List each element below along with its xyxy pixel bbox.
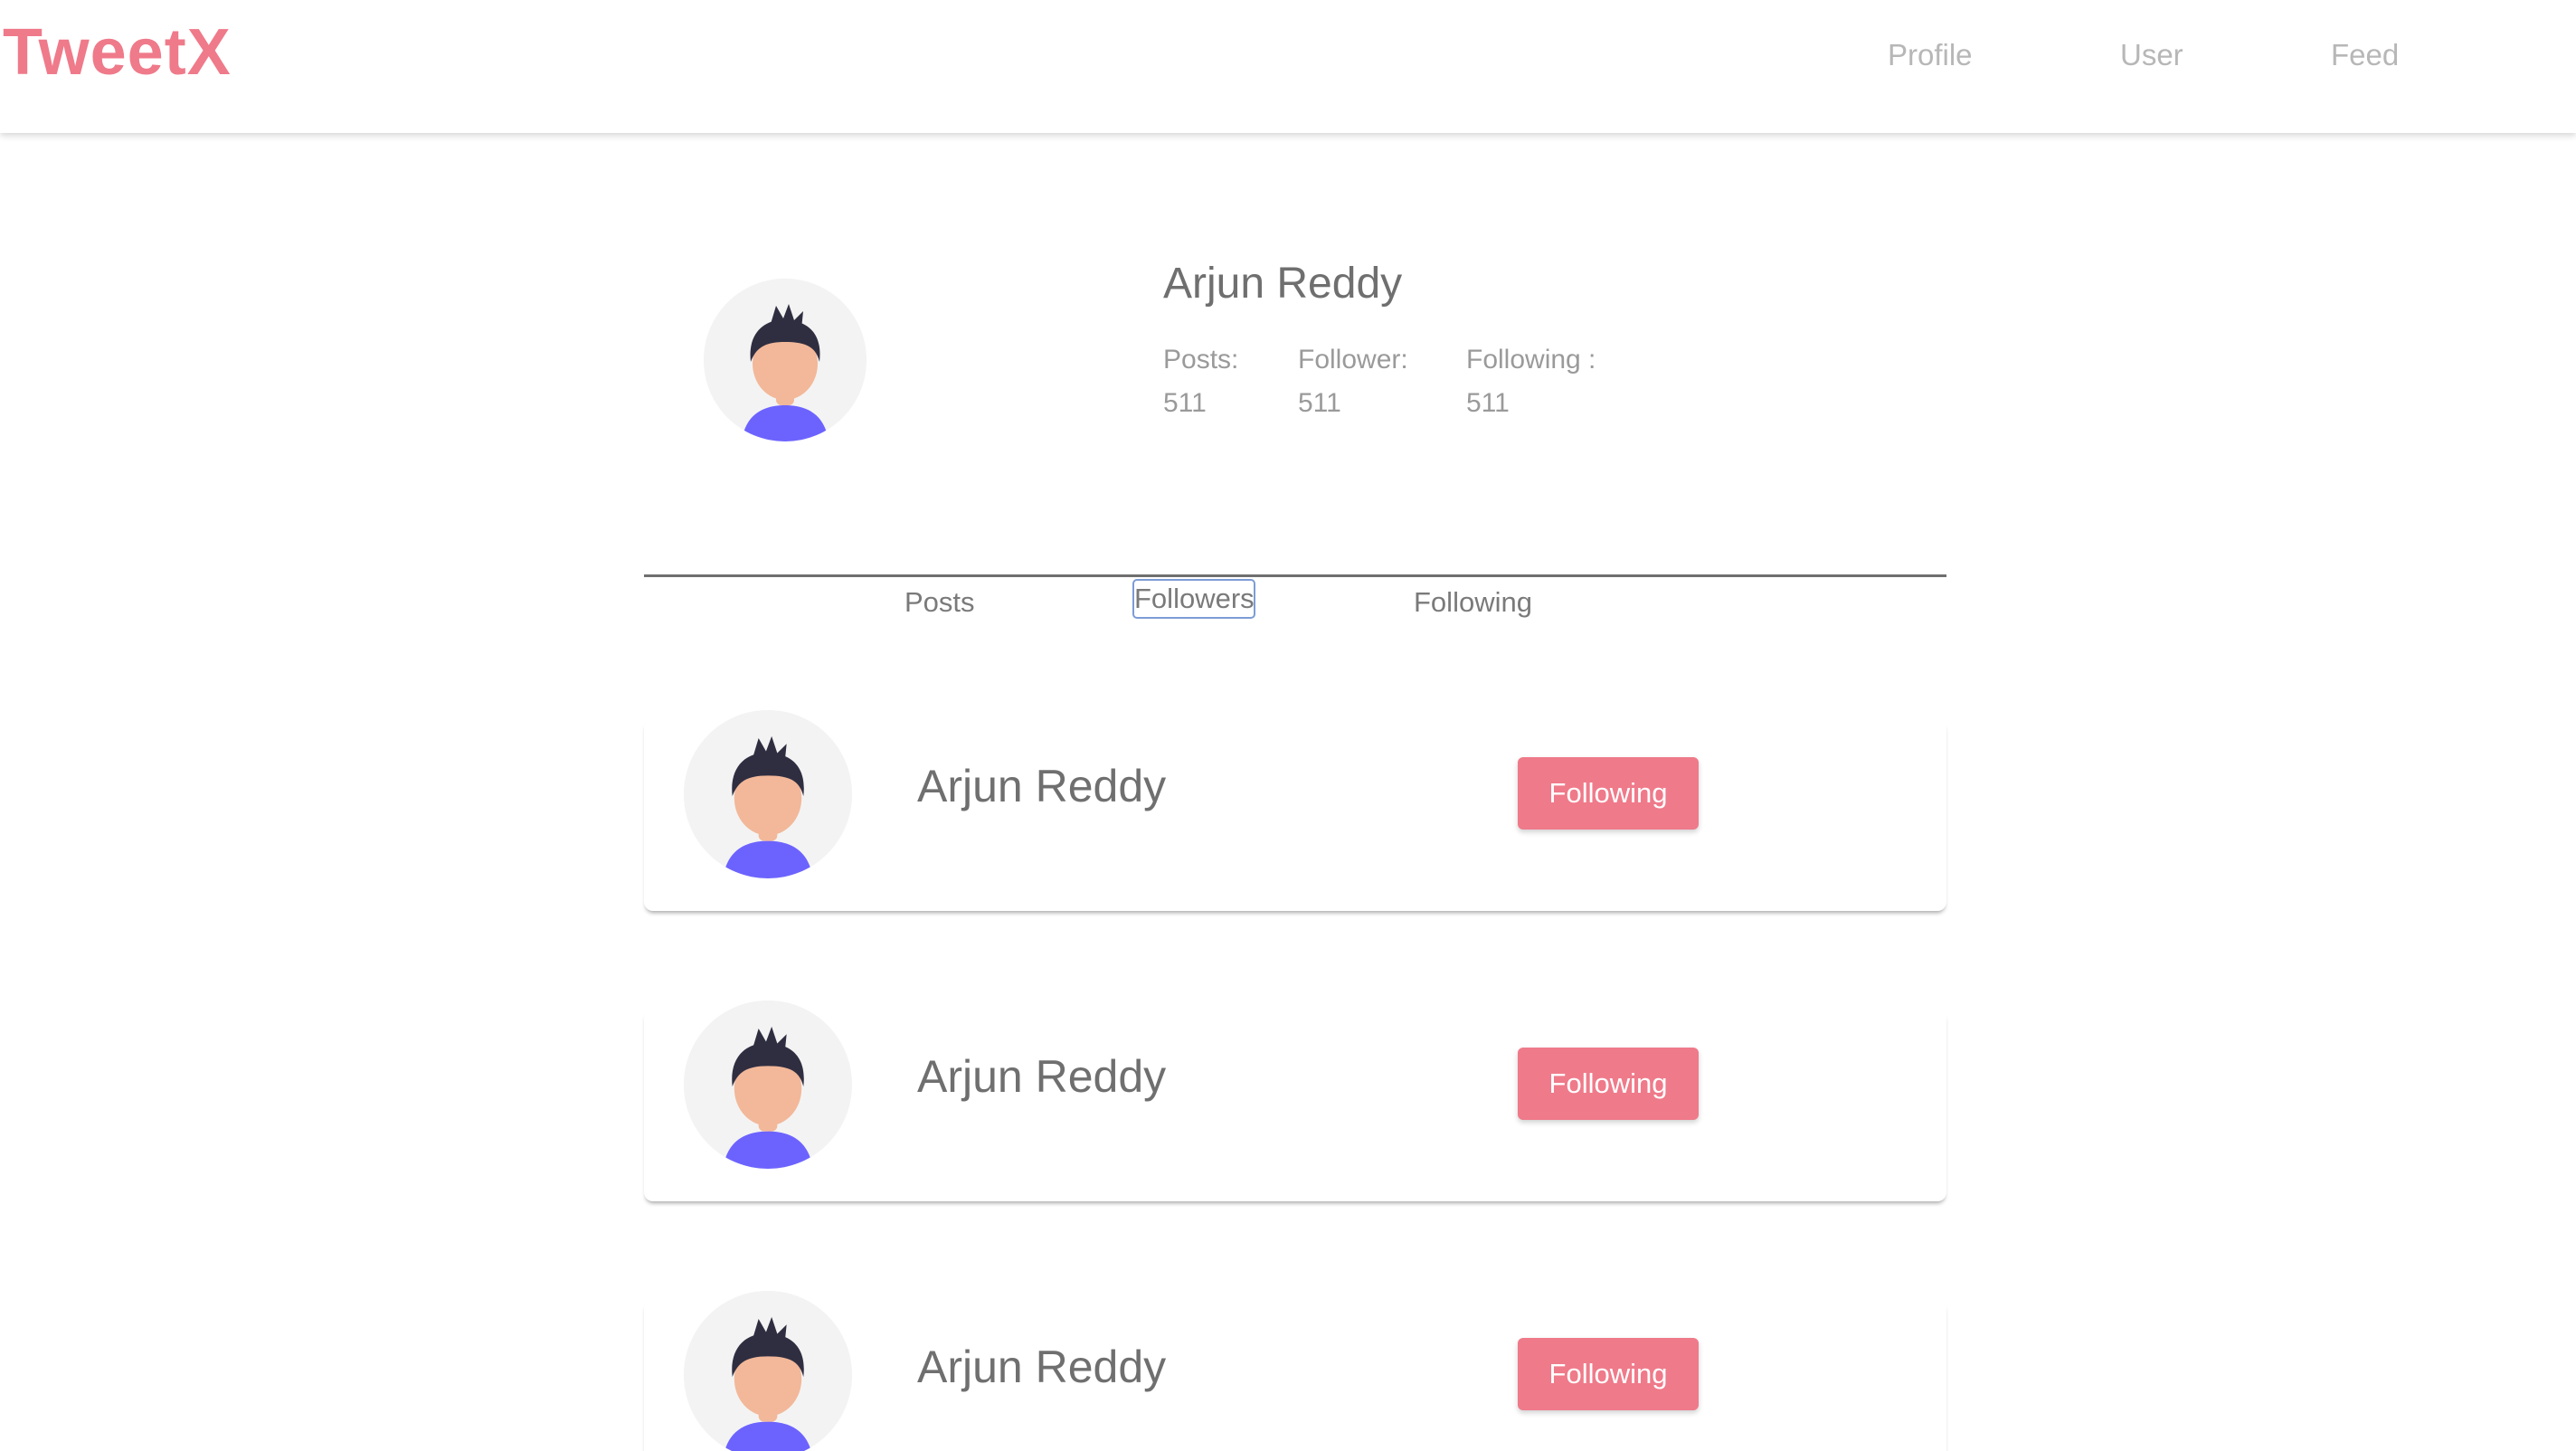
follower-avatar[interactable] bbox=[684, 1291, 852, 1451]
tab-posts[interactable]: Posts bbox=[904, 584, 975, 621]
stat-following-value: 511 bbox=[1466, 388, 1510, 418]
following-button[interactable]: Following bbox=[1518, 757, 1699, 830]
page: TweetX Profile User Feed Arjun Reddy Pos… bbox=[0, 0, 2576, 1451]
app-logo[interactable]: TweetX bbox=[3, 20, 232, 85]
stat-following-label: Following : bbox=[1466, 345, 1596, 375]
stat-posts-label: Posts: bbox=[1163, 345, 1239, 375]
stat-followers-label: Follower: bbox=[1298, 345, 1408, 375]
tab-followers[interactable]: Followers bbox=[1132, 579, 1255, 619]
user-avatar-icon bbox=[684, 710, 852, 878]
stat-followers-value: 511 bbox=[1298, 388, 1341, 418]
stat-following: Following : 511 bbox=[1466, 338, 1596, 425]
following-button[interactable]: Following bbox=[1518, 1338, 1699, 1410]
follower-card: Arjun Reddy Following bbox=[644, 1001, 1946, 1201]
top-navbar: TweetX Profile User Feed bbox=[0, 0, 2576, 133]
user-avatar-icon bbox=[704, 279, 867, 441]
stat-followers: Follower: 511 bbox=[1298, 338, 1408, 425]
nav-user-link[interactable]: User bbox=[2120, 40, 2183, 70]
nav-feed-link[interactable]: Feed bbox=[2331, 40, 2399, 70]
stat-posts-value: 511 bbox=[1163, 388, 1207, 418]
profile-avatar bbox=[704, 279, 867, 441]
following-button[interactable]: Following bbox=[1518, 1048, 1699, 1120]
follower-card: Arjun Reddy Following bbox=[644, 1291, 1946, 1451]
follower-card: Arjun Reddy Following bbox=[644, 710, 1946, 911]
user-avatar-icon bbox=[684, 1001, 852, 1169]
user-avatar-icon bbox=[684, 1291, 852, 1451]
follower-name[interactable]: Arjun Reddy bbox=[917, 759, 1166, 813]
nav-profile-link[interactable]: Profile bbox=[1888, 40, 1973, 70]
follower-name[interactable]: Arjun Reddy bbox=[917, 1340, 1166, 1394]
tabs-divider bbox=[644, 574, 1946, 577]
profile-name: Arjun Reddy bbox=[1163, 260, 1403, 308]
follower-avatar[interactable] bbox=[684, 710, 852, 878]
stat-posts: Posts: 511 bbox=[1163, 338, 1238, 425]
tab-following[interactable]: Following bbox=[1414, 584, 1532, 621]
follower-name[interactable]: Arjun Reddy bbox=[917, 1049, 1166, 1104]
follower-avatar[interactable] bbox=[684, 1001, 852, 1169]
